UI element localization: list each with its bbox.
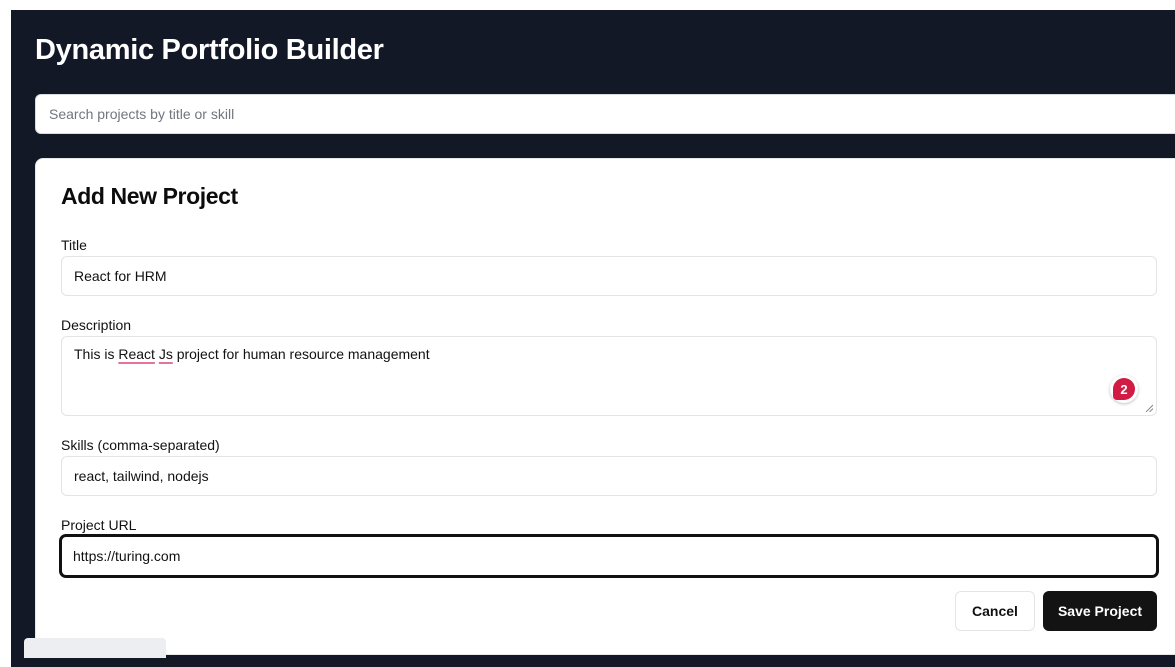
resize-handle-icon[interactable] [1145,404,1153,412]
description-text-2: project for human resource management [172,346,430,362]
title-label: Title [61,237,87,253]
description-text-react: React [118,346,155,362]
skills-label: Skills (comma-separated) [61,437,220,453]
grammar-check-icon[interactable]: 2 [1110,375,1138,403]
skills-input[interactable] [61,456,1157,496]
app-shell: Dynamic Portfolio Builder Add New Projec… [11,10,1175,667]
app-title: Dynamic Portfolio Builder [35,34,384,66]
form-title: Add New Project [61,183,238,209]
project-url-input[interactable] [60,535,1158,577]
description-text-js: Js [158,346,173,362]
save-project-button[interactable]: Save Project [1043,591,1157,631]
project-url-label: Project URL [61,517,137,533]
description-textarea[interactable]: This is React Js project for human resou… [61,336,1157,416]
description-label: Description [61,317,132,333]
description-text-1: This is [74,346,119,362]
bottom-tab[interactable] [24,638,166,658]
title-input[interactable] [61,256,1157,296]
grammar-issue-count: 2 [1113,378,1135,400]
add-project-form: Add New Project Title Description This i… [35,158,1175,655]
cancel-button[interactable]: Cancel [955,591,1035,631]
search-input[interactable] [35,94,1175,134]
